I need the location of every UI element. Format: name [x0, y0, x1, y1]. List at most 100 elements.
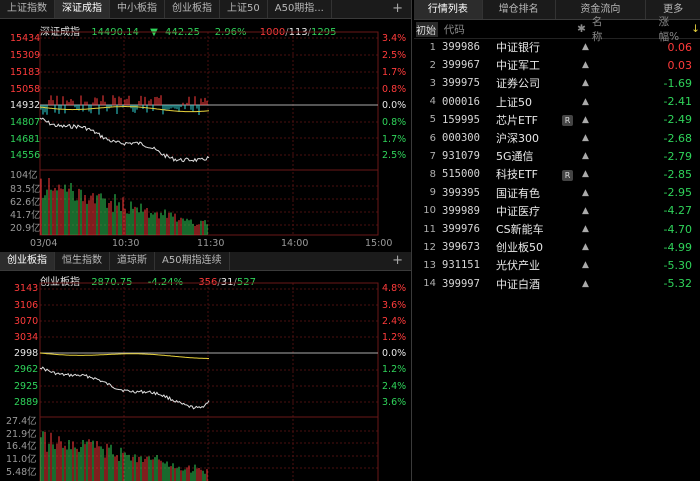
row-index: 9 [429, 187, 436, 199]
alert-bell-icon[interactable]: ▲ [582, 97, 596, 107]
list-item[interactable]: 12 399673 创业板50 ▲ -4.99 [414, 238, 700, 256]
row-name: 沪深300 [496, 132, 539, 145]
row-index: 10 [423, 205, 436, 217]
row-change-pct: -4.27 [663, 204, 692, 218]
list-item[interactable]: 3 399975 证券公司 ▲ -1.69 [414, 74, 700, 92]
list-item[interactable]: 9 399395 国证有色 ▲ -2.95 [414, 184, 700, 202]
alert-bell-icon[interactable]: ▲ [582, 188, 596, 198]
row-code: 399997 [442, 277, 480, 290]
init-button[interactable]: 初始 [416, 21, 438, 37]
list-item[interactable]: 2 399967 中证军工 ▲ 0.03 [414, 56, 700, 74]
row-name: 中证白酒 [496, 277, 540, 291]
row-change-pct: -2.41 [663, 95, 692, 109]
row-change-pct: -2.79 [663, 149, 692, 163]
row-index: 8 [429, 168, 436, 180]
list-item[interactable]: 5 159995 芯片ETF R ▲ -2.49 [414, 111, 700, 129]
row-change-pct: -2.85 [663, 167, 692, 181]
row-change-pct: -2.95 [663, 186, 692, 200]
tab-position-rank[interactable]: 增仓排名 [483, 0, 556, 19]
r-badge-icon: R [562, 115, 573, 127]
bottom-index-tabs: 创业板指 恒生指数 道琼斯 A50期指连续 + [0, 252, 411, 271]
alert-bell-icon[interactable]: ▲ [582, 242, 596, 252]
row-change-pct: -2.68 [663, 131, 692, 145]
tab-quote-list[interactable]: 行情列表 [414, 0, 483, 19]
row-index: 2 [429, 59, 436, 71]
list-header: 初始 代码 ✱ 名称 涨幅% ↓ [414, 16, 700, 43]
r-badge-icon: R [562, 169, 573, 181]
row-index: 1 [429, 41, 436, 53]
row-change-pct: -4.99 [663, 240, 692, 254]
right-panel-tabs: 行情列表 增仓排名 资金流向 更多 [414, 0, 700, 20]
alert-bell-icon[interactable]: ▲ [582, 133, 596, 143]
row-code: 515000 [442, 168, 480, 181]
row-code: 000016 [442, 95, 480, 108]
list-item[interactable]: 13 931151 光伏产业 ▲ -5.30 [414, 256, 700, 274]
star-icon: ✱ [577, 23, 586, 35]
row-change-pct: -5.30 [663, 258, 692, 272]
list-item[interactable]: 10 399989 中证医疗 ▲ -4.27 [414, 202, 700, 220]
alert-bell-icon[interactable]: ▲ [582, 169, 596, 179]
list-item[interactable]: 6 000300 沪深300 ▲ -2.68 [414, 129, 700, 147]
top-volume-bars [40, 177, 208, 235]
bottom-intraday-chart[interactable] [0, 271, 412, 481]
row-code: 931079 [442, 150, 480, 163]
row-name: 证券公司 [496, 77, 540, 91]
alert-bell-icon[interactable]: ▲ [582, 60, 596, 70]
row-index: 12 [423, 241, 436, 253]
alert-bell-icon[interactable]: ▲ [582, 151, 596, 161]
row-index: 7 [429, 150, 436, 162]
alert-bell-icon[interactable]: ▲ [582, 206, 596, 216]
list-item[interactable]: 7 931079 5G通信 ▲ -2.79 [414, 147, 700, 165]
tab-hang-seng[interactable]: 恒生指数 [55, 252, 110, 270]
row-change-pct: -1.69 [663, 76, 692, 90]
row-index: 13 [423, 259, 436, 271]
row-index: 14 [423, 278, 436, 290]
row-code: 399989 [442, 204, 480, 217]
add-tab-icon[interactable]: + [384, 252, 411, 270]
panel-divider [411, 0, 412, 481]
row-name: 创业板50 [496, 241, 543, 255]
list-item[interactable]: 11 399976 CS新能车 ▲ -4.70 [414, 220, 700, 238]
list-item[interactable]: 8 515000 科技ETF R ▲ -2.85 [414, 165, 700, 183]
row-code: 399976 [442, 223, 480, 235]
row-change-pct: -4.70 [663, 222, 692, 236]
alert-bell-icon[interactable]: ▲ [582, 279, 596, 289]
list-item[interactable]: 14 399997 中证白酒 ▲ -5.32 [414, 275, 700, 293]
row-name: 中证医疗 [496, 204, 540, 218]
alert-bell-icon[interactable]: ▲ [582, 224, 596, 234]
alert-bell-icon[interactable]: ▲ [582, 260, 596, 270]
row-change-pct: 0.06 [667, 40, 693, 54]
top-intraday-chart[interactable] [0, 0, 412, 252]
row-name: 中证军工 [496, 59, 540, 73]
alert-bell-icon[interactable]: ▲ [582, 78, 596, 88]
row-code: 399395 [442, 186, 480, 199]
row-name: 上证50 [496, 95, 532, 109]
list-item[interactable]: 1 399986 中证银行 ▲ 0.06 [414, 38, 700, 56]
alert-bell-icon[interactable]: ▲ [582, 115, 596, 125]
row-code: 399967 [442, 59, 480, 72]
alert-bell-icon[interactable]: ▲ [582, 42, 596, 52]
row-name: 5G通信 [496, 150, 534, 164]
row-name: 芯片ETF [496, 113, 538, 127]
row-name: 中证银行 [496, 41, 540, 54]
row-name: 国证有色 [496, 186, 540, 200]
row-index: 4 [429, 96, 436, 108]
tab-a50-continuous[interactable]: A50期指连续 [155, 252, 230, 270]
list-item[interactable]: 4 000016 上证50 ▲ -2.41 [414, 93, 700, 111]
row-code: 399673 [442, 241, 480, 254]
tab-dow-jones[interactable]: 道琼斯 [110, 252, 155, 270]
row-code: 931151 [442, 259, 480, 272]
row-index: 11 [423, 223, 436, 235]
row-index: 5 [429, 114, 436, 126]
row-code: 399975 [442, 77, 480, 90]
row-change-pct: 0.03 [667, 58, 693, 72]
row-index: 3 [429, 77, 436, 89]
col-code-header[interactable]: 代码 [444, 22, 491, 37]
tab-chinext[interactable]: 创业板指 [0, 252, 55, 270]
row-code: 000300 [442, 132, 480, 144]
row-name: CS新能车 [496, 223, 544, 236]
row-index: 6 [429, 132, 436, 144]
row-change-pct: -2.49 [663, 113, 692, 127]
row-name: 光伏产业 [496, 259, 540, 273]
row-change-pct: -5.32 [663, 277, 692, 291]
